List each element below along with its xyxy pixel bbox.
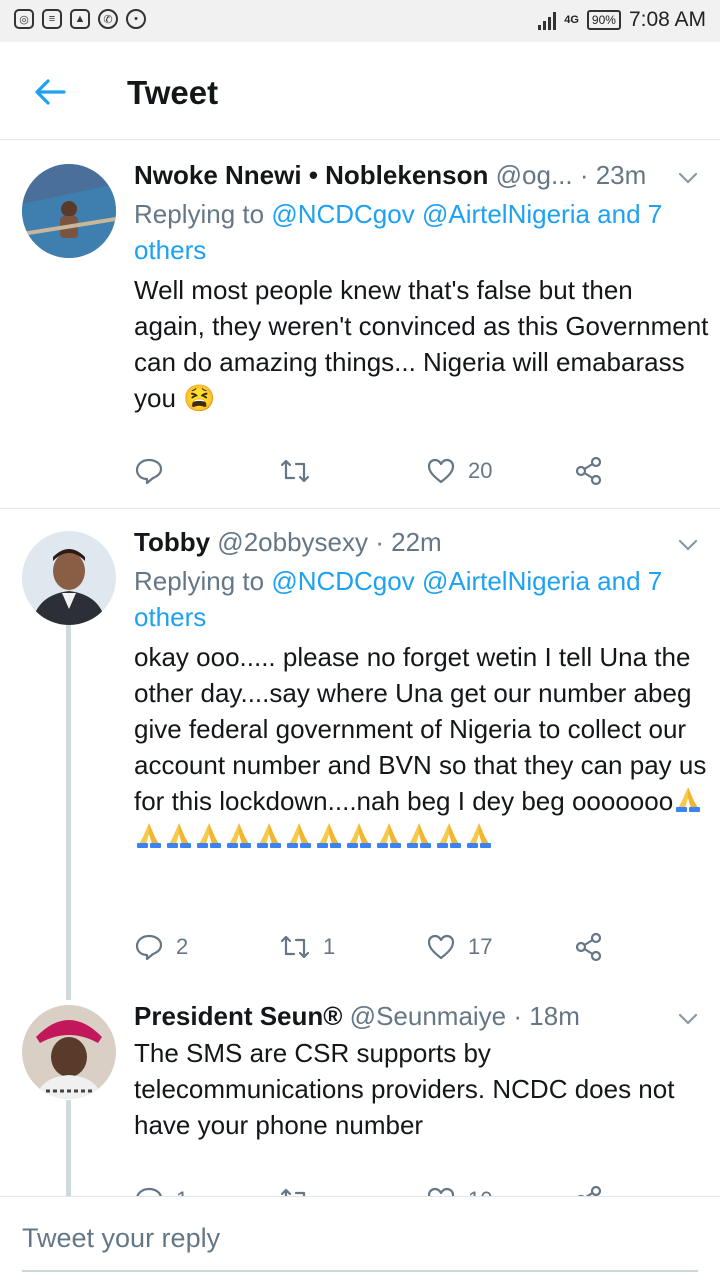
tweet-header: Nwoke Nnewi • Noblekenson @og... · 23m — [134, 160, 646, 191]
retweet-count: 1 — [323, 934, 336, 959]
reply-icon — [135, 458, 163, 485]
status-right: 4G 90% 7:08 AM — [538, 8, 706, 32]
praying-hands-emoji-icon — [467, 823, 491, 848]
reply-composer[interactable]: Tweet your reply — [0, 1196, 720, 1281]
praying-hands-emoji-icon — [676, 787, 701, 812]
share-button[interactable] — [574, 456, 604, 486]
praying-hands-emoji-icon — [257, 823, 281, 848]
like-count: 17 — [468, 934, 493, 959]
praying-hands-emoji-icon — [137, 823, 161, 848]
like-button[interactable]: 20 — [426, 456, 492, 486]
praying-hands-emoji-icon — [347, 823, 371, 848]
chevron-down-icon[interactable] — [678, 539, 698, 551]
retweet-icon — [280, 935, 310, 959]
reply-icon — [136, 1187, 162, 1196]
tweet-1[interactable]: Nwoke Nnewi • Noblekenson @og... · 23m R… — [0, 140, 720, 508]
notification-icons: ◎ ≡ ▲ ✆ • — [14, 9, 146, 29]
display-name[interactable]: Nwoke Nnewi • Noblekenson — [134, 160, 488, 190]
avatar[interactable] — [22, 164, 116, 258]
share-icon — [575, 456, 602, 486]
tweet-text-content: okay ooo..... please no forget wetin I t… — [134, 642, 707, 816]
retweet-icon — [280, 459, 310, 483]
praying-hands-emoji-icon — [317, 823, 341, 848]
gallery-icon: ▲ — [70, 9, 90, 29]
like-count: 20 — [468, 458, 493, 483]
like-count: 10 — [468, 1187, 492, 1196]
tweet-actions: 2 1 17 — [134, 932, 634, 968]
handle[interactable]: @Seunmaiye — [350, 1001, 506, 1031]
praying-hands-emoji-icon — [197, 823, 221, 848]
heart-icon — [427, 1187, 455, 1196]
retweet-icon — [280, 1188, 306, 1196]
reply-button[interactable]: 1 — [134, 1185, 188, 1196]
chevron-down-icon[interactable] — [678, 172, 698, 184]
status-bar: ◎ ≡ ▲ ✆ • 4G 90% 7:08 AM — [0, 0, 720, 42]
praying-hands-emoji-icon — [287, 823, 311, 848]
reply-input-underline — [22, 1270, 698, 1272]
handle[interactable]: @og... — [496, 160, 573, 190]
replying-to-label: Replying to — [134, 199, 272, 229]
praying-hands-emoji-icon — [437, 823, 461, 848]
heart-icon — [427, 458, 455, 484]
tweet-text: The SMS are CSR supports by telecommunic… — [134, 1038, 675, 1140]
retweet-button[interactable] — [279, 1185, 311, 1196]
reply-button[interactable]: 2 — [134, 932, 188, 962]
praying-hands-emoji-icon — [407, 823, 431, 848]
timestamp: · 18m — [513, 1001, 580, 1031]
network-type: 4G — [564, 14, 579, 26]
battery-icon: 90% — [586, 10, 621, 30]
tweet-text: okay ooo..... please no forget wetin I t… — [134, 639, 709, 855]
clock: 7:08 AM — [628, 8, 706, 31]
message-icon: ≡ — [42, 9, 62, 29]
reply-icon — [135, 934, 163, 961]
replying-to: Replying to @NCDCgov @AirtelNigeria and … — [134, 563, 704, 635]
handle[interactable]: @2obbysexy — [217, 527, 368, 557]
tweet-text: Well most people knew that's false but t… — [134, 275, 709, 413]
retweet-button[interactable]: 1 — [279, 932, 335, 962]
tweet-3[interactable]: President Seun® @Seunmaiye · 18m The SMS… — [0, 999, 720, 1196]
signal-icon — [538, 10, 557, 30]
reply-input[interactable]: Tweet your reply — [22, 1223, 220, 1254]
instagram-icon: ◎ — [14, 9, 34, 29]
tweet-2[interactable]: Tobby @2obbysexy · 22m Replying to @NCDC… — [0, 509, 720, 999]
heart-icon — [427, 934, 455, 960]
like-button[interactable]: 10 — [426, 1185, 492, 1196]
tweet-actions: 1 10 — [134, 1185, 634, 1196]
reply-count: 1 — [176, 1187, 188, 1196]
page-title: Tweet — [127, 74, 219, 111]
replying-to-label: Replying to — [134, 566, 272, 596]
retweet-button[interactable] — [279, 456, 323, 486]
tweet-actions: 20 — [134, 456, 634, 492]
timestamp: · 22m — [375, 527, 442, 557]
display-name[interactable]: Tobby — [134, 527, 210, 557]
share-icon — [575, 932, 602, 962]
camera-icon: • — [126, 9, 146, 29]
tweet-header: President Seun® @Seunmaiye · 18m — [134, 1001, 580, 1032]
timestamp: · 23m — [579, 160, 647, 190]
praying-hands-emoji-icon — [377, 823, 401, 848]
reply-button[interactable] — [134, 456, 176, 486]
display-name[interactable]: President Seun® — [134, 1001, 342, 1031]
avatar[interactable] — [22, 531, 116, 625]
back-arrow-icon[interactable] — [30, 72, 70, 112]
replying-to: Replying to @NCDCgov @AirtelNigeria and … — [134, 196, 704, 268]
praying-hands-emoji-icon — [167, 823, 191, 848]
reply-count: 2 — [176, 934, 189, 959]
chevron-down-icon[interactable] — [678, 1013, 698, 1025]
share-button[interactable] — [574, 932, 604, 962]
app-bar: Tweet — [0, 42, 720, 140]
share-button[interactable] — [574, 1185, 604, 1196]
whatsapp-icon: ✆ — [98, 9, 118, 29]
share-icon — [577, 1185, 602, 1196]
avatar[interactable] — [22, 1005, 116, 1099]
praying-hands-emoji-icon — [227, 823, 251, 848]
tweet-header: Tobby @2obbysexy · 22m — [134, 527, 442, 558]
like-button[interactable]: 17 — [426, 932, 492, 962]
